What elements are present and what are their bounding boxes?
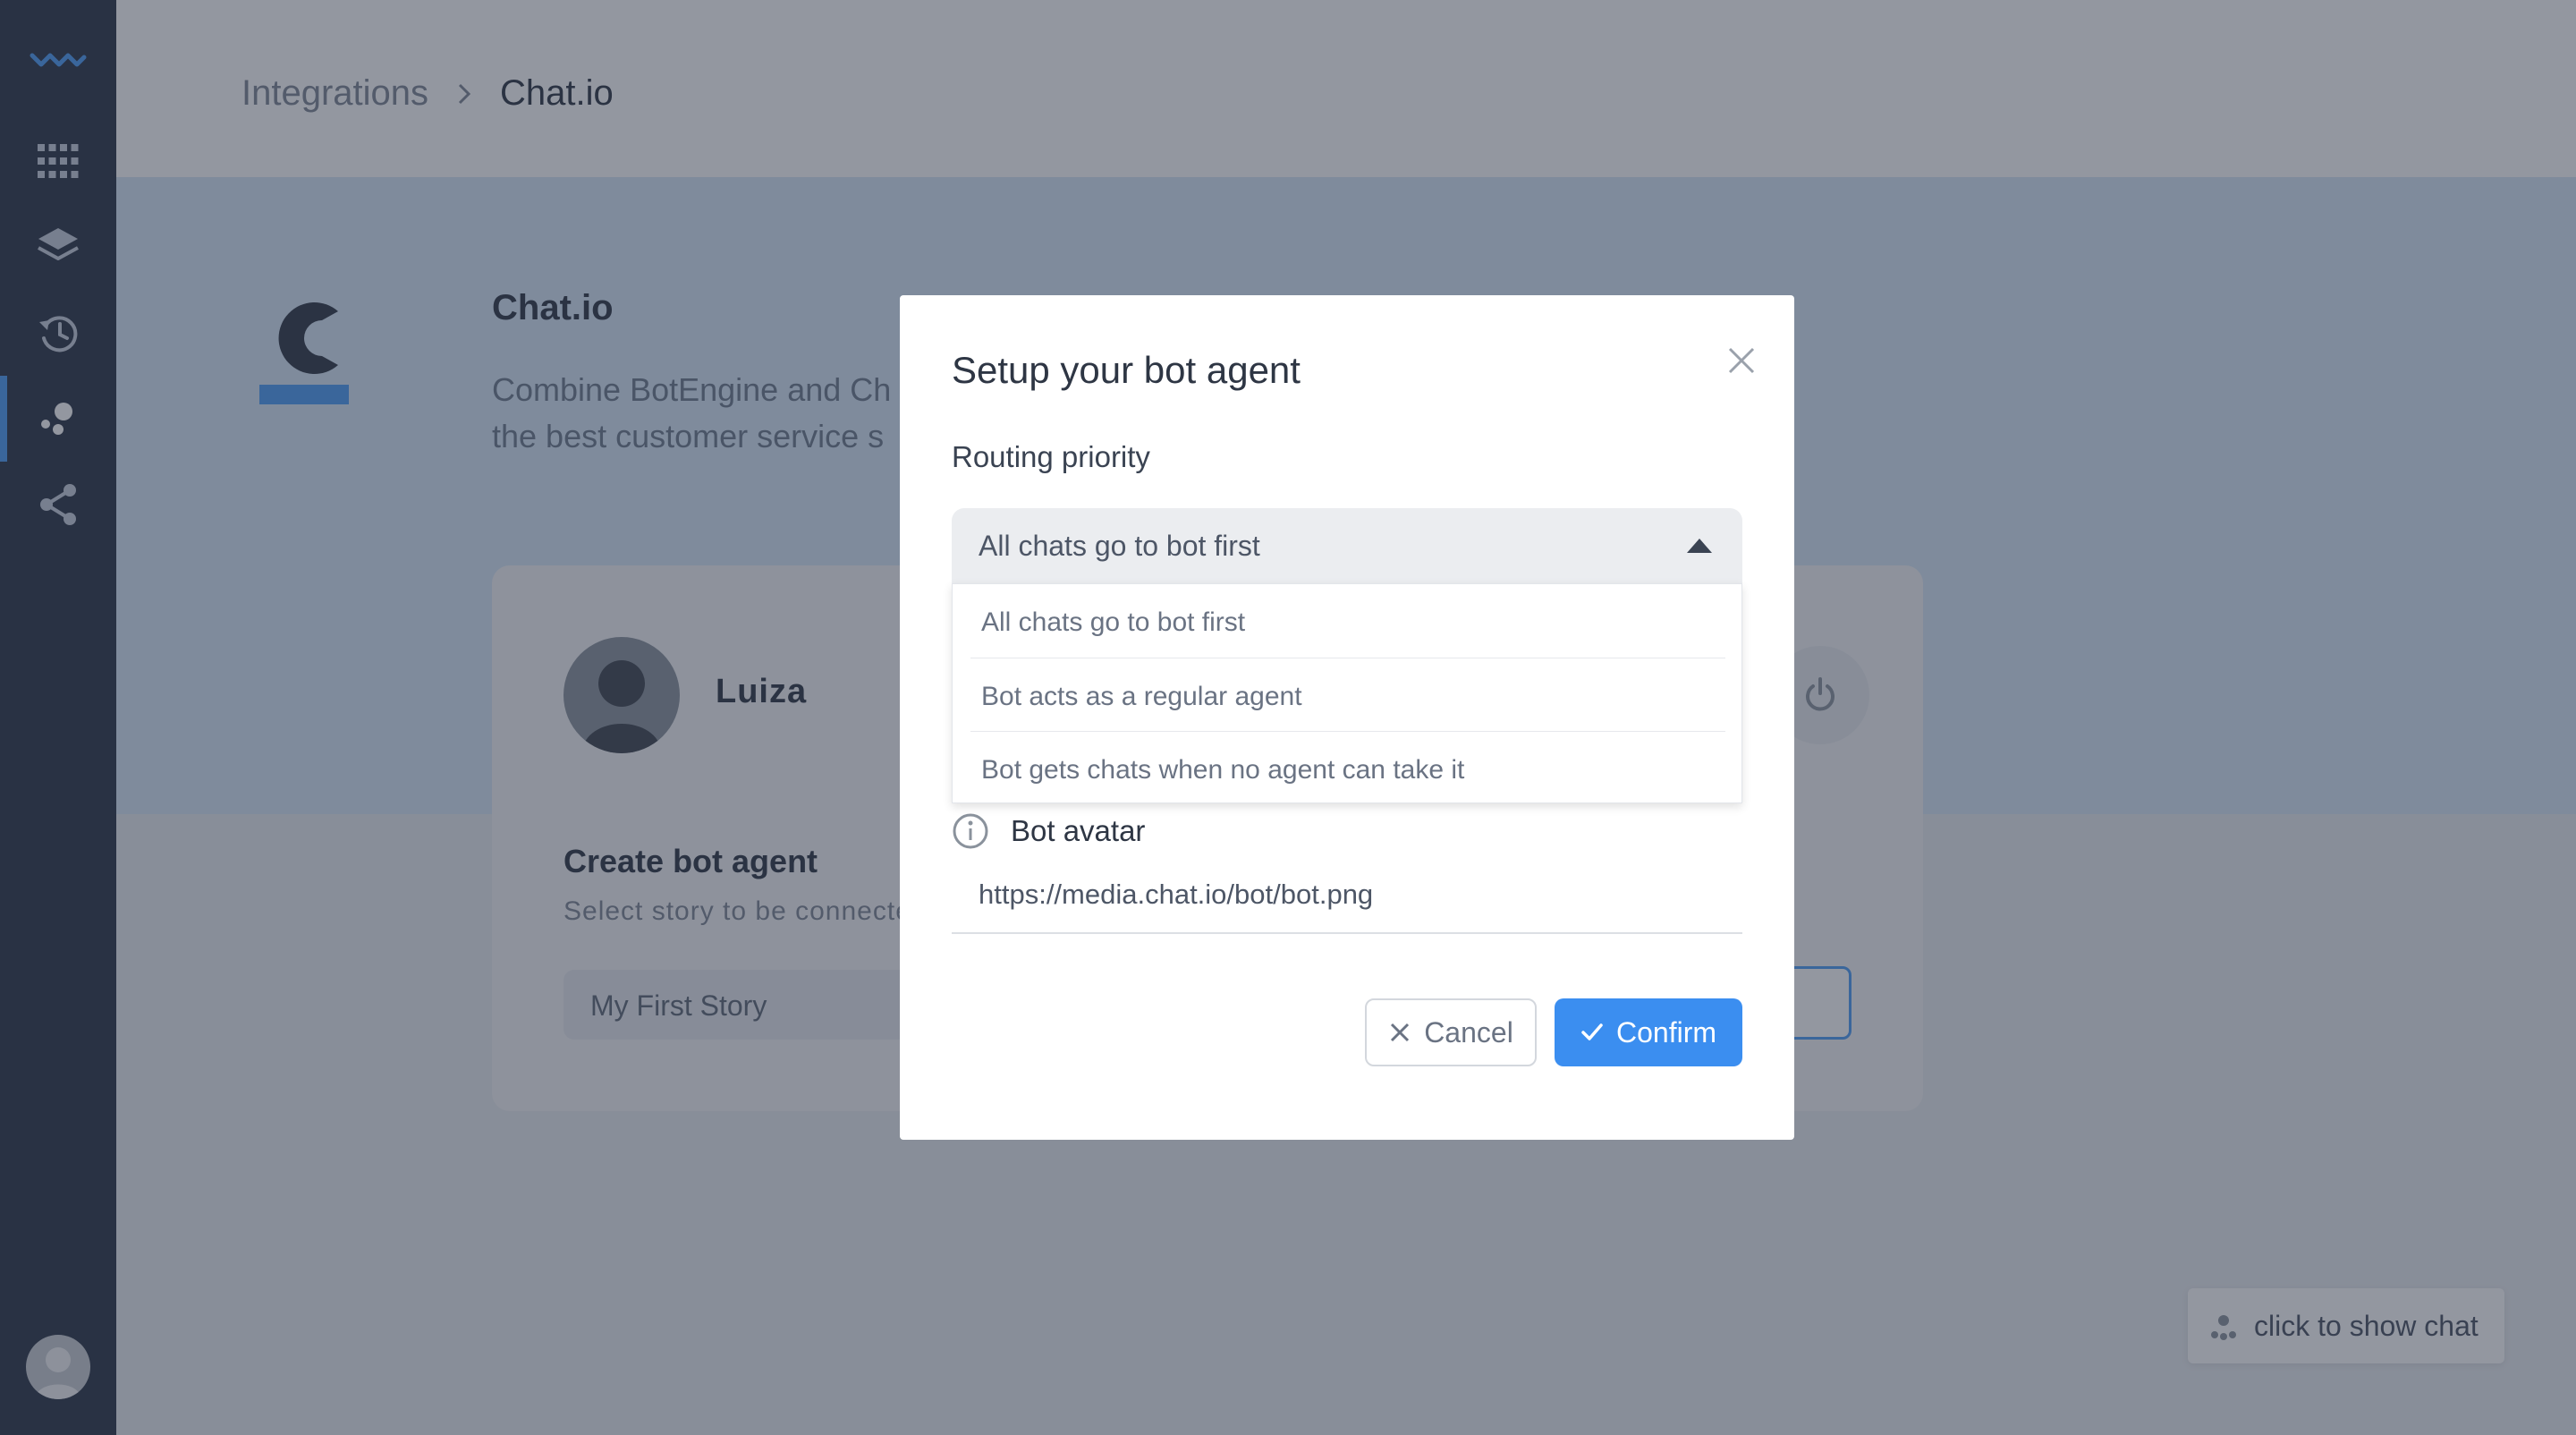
cancel-label: Cancel [1424,1015,1513,1049]
setup-bot-modal: Setup your bot agent Routing priority Al… [900,295,1794,1140]
cancel-button[interactable]: Cancel [1365,998,1537,1066]
routing-priority-select[interactable]: All chats go to bot first [952,508,1742,583]
routing-option[interactable]: Bot acts as a regular agent [970,658,1725,731]
routing-priority-label: Routing priority [952,440,1150,473]
info-icon[interactable] [952,812,989,850]
modal-title: Setup your bot agent [952,349,1301,391]
routing-priority-dropdown: All chats go to bot first Bot acts as a … [952,583,1742,803]
caret-up-icon [1687,539,1712,553]
routing-priority-value: All chats go to bot first [979,530,1260,562]
check-icon [1581,1023,1603,1040]
bot-avatar-url-input[interactable]: https://media.chat.io/bot/bot.png [952,868,1742,934]
close-icon [1391,1023,1410,1042]
routing-option[interactable]: Bot gets chats when no agent can take it [970,731,1725,804]
confirm-label: Confirm [1615,1015,1716,1049]
confirm-button[interactable]: Confirm [1555,998,1742,1066]
routing-option[interactable]: All chats go to bot first [970,584,1725,658]
bot-avatar-row: Bot avatar [952,812,1145,850]
bot-avatar-label: Bot avatar [1011,814,1146,847]
close-icon[interactable] [1721,340,1762,381]
